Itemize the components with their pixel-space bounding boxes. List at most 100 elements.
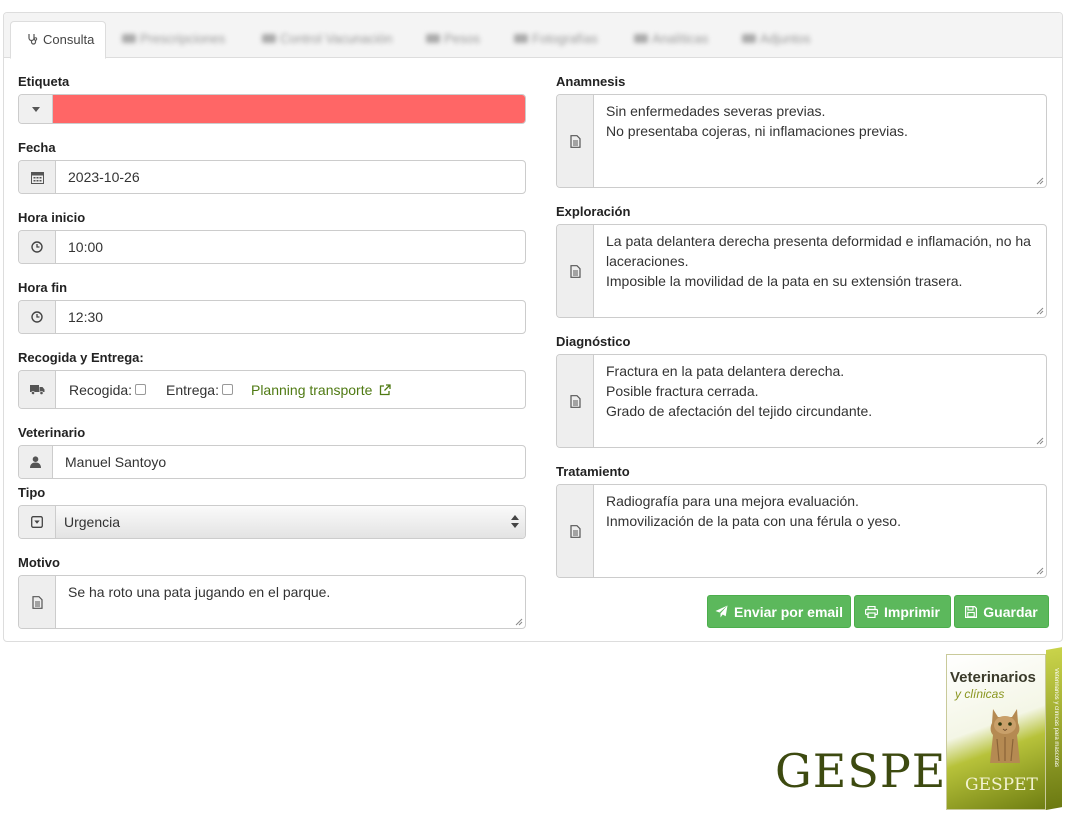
document-icon [557,225,594,317]
document-icon [557,95,594,187]
chart-icon [426,34,440,43]
recogida-entrega-label: Recogida y Entrega: [18,350,144,365]
entrega-checkbox[interactable] [221,384,233,395]
tratamiento-line: Inmovilización de la pata con una férula… [606,513,901,529]
resize-grip-icon[interactable] [1036,177,1044,185]
tratamiento-textarea[interactable]: Radiografía para una mejora evaluación. … [594,485,1046,577]
flask-icon [634,34,648,43]
fecha-input-group: 2023-10-26 [18,160,526,194]
anamnesis-label: Anamnesis [556,74,626,89]
file-icon [514,34,528,43]
printer-icon [864,605,878,618]
truck-icon [19,371,56,408]
tab-fotografias[interactable]: Fotografías [514,21,598,59]
exploracion-textarea-group: La pata delantera derecha presenta defor… [556,224,1047,318]
anamnesis-textarea-group: Sin enfermedades severas previas. No pre… [556,94,1047,188]
hora-fin-input[interactable]: 12:30 [56,301,525,333]
exploracion-line: laceraciones. [606,253,689,269]
list-icon [122,34,136,43]
veterinario-input-group: Manuel Santoyo [18,445,526,479]
guardar-button[interactable]: Guardar [954,595,1049,628]
exploracion-textarea[interactable]: La pata delantera derecha presenta defor… [594,225,1046,317]
veterinario-label: Veterinario [18,425,86,440]
resize-grip-icon[interactable] [1036,567,1044,575]
dropdown-box-icon [19,506,56,538]
resize-grip-icon[interactable] [1036,437,1044,445]
document-icon [19,576,56,628]
box-subtitle: y clínicas [955,687,1005,701]
shield-icon [262,34,276,43]
guardar-label: Guardar [983,603,1038,620]
planning-transporte-link[interactable]: Planning transporte [251,382,372,398]
imprimir-label: Imprimir [883,603,940,620]
veterinario-input[interactable]: Manuel Santoyo [53,446,525,478]
diagnostico-line: Grado de afectación del tejido circundan… [606,403,873,419]
resize-grip-icon[interactable] [1036,307,1044,315]
motivo-text: Se ha roto una pata jugando en el parque… [68,584,331,600]
tratamiento-textarea-group: Radiografía para una mejora evaluación. … [556,484,1047,578]
hora-inicio-label: Hora inicio [18,210,86,225]
tab-consulta[interactable]: Consulta [10,21,106,59]
etiqueta-dropdown-toggle[interactable] [19,95,53,123]
tab-label: Consulta [43,32,95,47]
stethoscope-icon [28,34,38,45]
exploracion-line: Imposible la movilidad de la pata en su … [606,273,963,289]
recogida-label: Recogida: [69,381,133,398]
select-arrows-icon [511,515,519,529]
entrega-label: Entrega: [166,381,219,398]
tipo-select[interactable]: Urgencia [56,506,525,538]
hora-inicio-input-group: 10:00 [18,230,526,264]
tab-adjuntos[interactable]: Adjuntos [742,21,811,59]
anamnesis-line: No presentaba cojeras, ni inflamaciones … [606,123,908,139]
motivo-label: Motivo [18,555,60,570]
tab-analiticas[interactable]: Analíticas [634,21,708,59]
diagnostico-line: Fractura en la pata delantera derecha. [606,363,845,379]
kitten-illustration-icon [990,709,1020,763]
tab-prescripciones[interactable]: Prescripciones [122,21,225,59]
tab-label: Fotografías [532,31,598,46]
diagnostico-line: Posible fractura cerrada. [606,383,759,399]
box-side-text: Veterinarios y clínicas para mascotas [1053,668,1059,768]
resize-grip-icon[interactable] [515,618,523,626]
recogida-checkbox[interactable] [135,384,147,395]
tab-label: Pesos [444,31,481,46]
etiqueta-label: Etiqueta [18,74,70,89]
etiqueta-picker[interactable] [18,94,526,124]
clock-icon [19,231,56,263]
box-brand: GESPET [965,775,1038,795]
floppy-disk-icon [965,605,978,618]
enviar-email-button[interactable]: Enviar por email [707,595,851,628]
tab-label: Control Vacunación [280,31,393,46]
hora-fin-input-group: 12:30 [18,300,526,334]
document-icon [557,485,594,577]
tipo-select-group: Urgencia [18,505,526,539]
diagnostico-textarea[interactable]: Fractura en la pata delantera derecha. P… [594,355,1046,447]
paperclip-icon [742,34,756,43]
tipo-selected-value: Urgencia [64,514,121,530]
external-link-icon[interactable] [379,383,392,396]
etiqueta-color-swatch [53,95,525,123]
paper-plane-icon [715,605,728,618]
imprimir-button[interactable]: Imprimir [854,595,951,628]
fecha-label: Fecha [18,140,56,155]
document-icon [557,355,594,447]
motivo-textarea[interactable]: Se ha roto una pata jugando en el parque… [56,576,525,628]
calendar-icon [19,161,56,193]
anamnesis-line: Sin enfermedades severas previas. [606,103,826,119]
tab-bar: Consulta Prescripciones Control Vacunaci… [4,13,1062,59]
tab-pesos[interactable]: Pesos [426,21,480,59]
fecha-input[interactable]: 2023-10-26 [56,161,525,193]
tab-label: Prescripciones [140,31,226,46]
tab-label: Analíticas [652,31,709,46]
tab-control-vacunacion[interactable]: Control Vacunación [262,21,393,59]
diagnostico-textarea-group: Fractura en la pata delantera derecha. P… [556,354,1047,448]
recogida-entrega-group: Recogida: Entrega: Planning transporte [18,370,526,409]
product-box-image: Veterinarios y clínicas para mascotas Ve… [946,647,1064,812]
anamnesis-textarea[interactable]: Sin enfermedades severas previas. No pre… [594,95,1046,187]
tab-label: Adjuntos [760,31,811,46]
exploracion-label: Exploración [556,204,631,219]
hora-inicio-input[interactable]: 10:00 [56,231,525,263]
diagnostico-label: Diagnóstico [556,334,631,349]
motivo-textarea-group: Se ha roto una pata jugando en el parque… [18,575,526,629]
box-title: Veterinarios [950,669,1036,686]
